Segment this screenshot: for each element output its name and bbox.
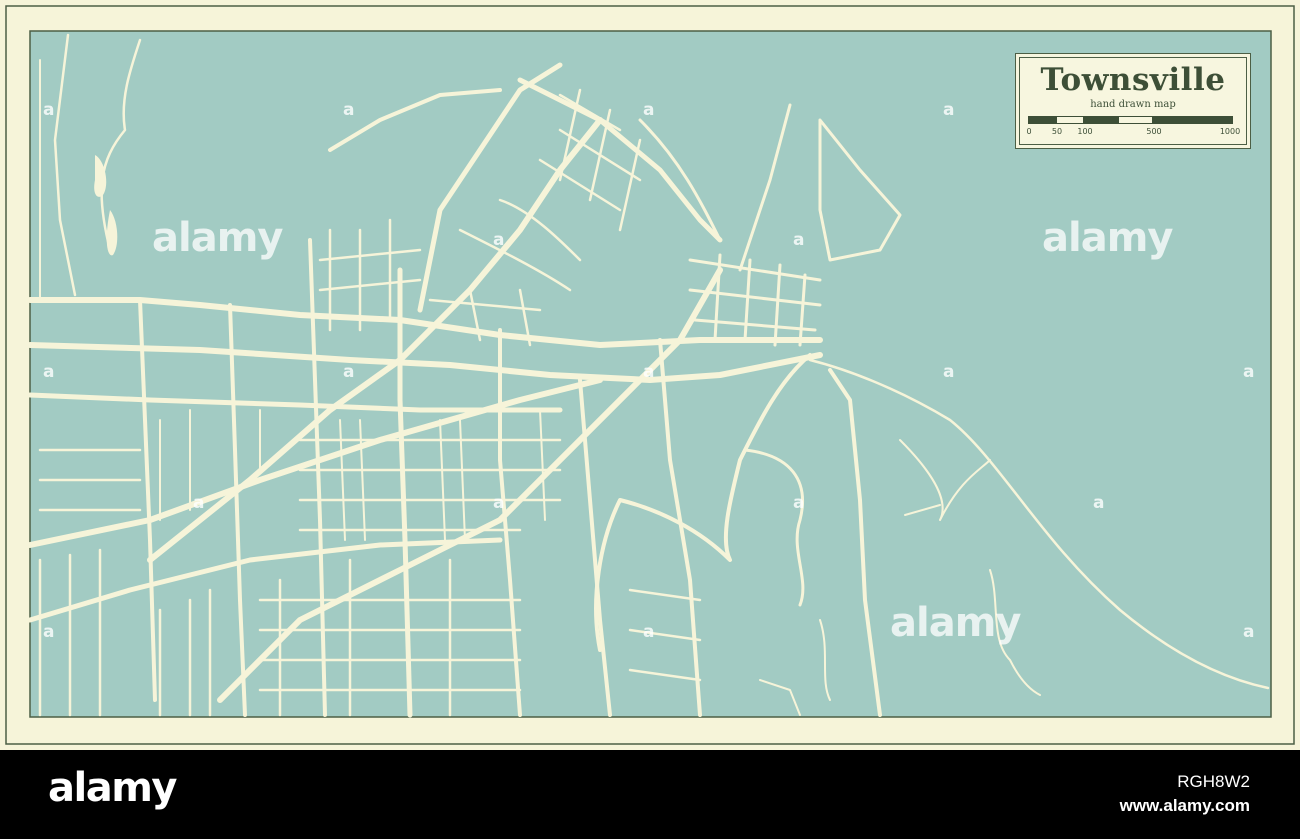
watermark-mark: a (643, 100, 655, 120)
scale-bar-segment (1084, 116, 1118, 124)
watermark-mark: a (43, 622, 55, 642)
watermark-mark: a (43, 100, 55, 120)
scale-bar-segment (1056, 116, 1084, 124)
scale-bar-segment (1153, 116, 1233, 124)
scale-label: 1000 (1219, 127, 1241, 136)
watermark-text: alamy (890, 600, 1021, 646)
watermark-mark: a (643, 362, 655, 382)
watermark-mark: a (1243, 622, 1255, 642)
scale-bar-segment (1118, 116, 1153, 124)
watermark-mark: a (943, 362, 955, 382)
watermark-mark: a (793, 230, 805, 250)
watermark-mark: a (1093, 493, 1105, 513)
watermark-mark: a (493, 493, 505, 513)
site-url-label: www.alamy.com (1119, 796, 1250, 815)
watermark-mark: a (43, 362, 55, 382)
watermark-mark: a (643, 622, 655, 642)
watermark-mark: a (793, 493, 805, 513)
watermark-mark: a (193, 493, 205, 513)
watermark-text: alamy (1042, 215, 1173, 261)
scale-label: 0 (1026, 127, 1032, 136)
scale-label: 100 (1077, 127, 1093, 136)
map-title: Townsville (1040, 62, 1226, 98)
map-subtitle: hand drawn map (1090, 99, 1176, 110)
stock-logo: alamy (48, 765, 177, 811)
map-title-box: Townsville hand drawn map 0 50 100 500 1… (1015, 53, 1251, 149)
image-id-label: RGH8W2 (1177, 772, 1250, 791)
watermark-mark: a (343, 362, 355, 382)
scale-bar-segment (1028, 116, 1056, 124)
watermark-mark: a (1243, 362, 1255, 382)
watermark-mark: a (343, 100, 355, 120)
watermark-mark: a (943, 100, 955, 120)
stock-footer-bar: alamy RGH8W2 www.alamy.com (0, 750, 1300, 839)
scale-bar (1028, 116, 1233, 124)
scale-label: 500 (1146, 127, 1162, 136)
watermark-text: alamy (152, 215, 283, 261)
image-canvas: alamy alamy alamy a a a a a a a a a a a … (0, 0, 1300, 839)
watermark-mark: a (493, 230, 505, 250)
scale-label: 50 (1051, 127, 1063, 136)
